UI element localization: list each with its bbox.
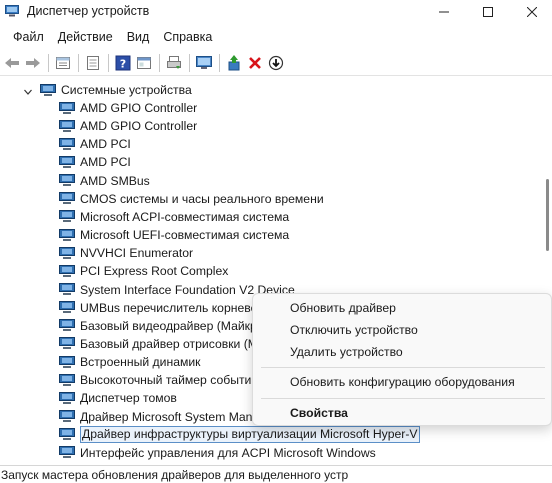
title-bar: Диспетчер устройств — [0, 0, 552, 26]
ctx-update-driver[interactable]: Обновить драйвер — [254, 297, 551, 319]
tree-item-label: AMD PCI — [80, 137, 131, 152]
view-icon[interactable] — [134, 53, 154, 73]
tree-item-device[interactable]: Интерфейс управления для ACPI Microsoft … — [0, 444, 540, 460]
forward-icon[interactable] — [23, 53, 43, 73]
toolbar: ? — [0, 50, 552, 76]
device-icon — [59, 246, 75, 260]
help-icon[interactable]: ? — [113, 53, 133, 73]
tree-item-label: Высокоточный таймер событи — [80, 373, 252, 388]
tree-item-label: Microsoft UEFI-совместимая система — [80, 228, 290, 243]
device-icon — [59, 319, 75, 332]
ctx-separator — [261, 398, 545, 399]
device-icon — [59, 101, 75, 115]
toolbar-separator — [159, 53, 160, 72]
expand-chevron-icon[interactable] — [24, 85, 32, 95]
menu-bar: Файл Действие Вид Справка — [0, 26, 552, 48]
menu-action[interactable]: Действие — [51, 26, 120, 48]
tree-item-label: UMBus перечислитель корнево — [80, 300, 258, 315]
print-icon[interactable] — [164, 53, 184, 73]
tree-item-label: CMOS системы и часы реального времени — [80, 191, 324, 206]
device-icon — [59, 210, 75, 223]
tree-item-label: AMD GPIO Controller — [80, 101, 198, 115]
device-manager-app-icon — [5, 5, 19, 17]
tree-item-device[interactable]: AMD PCI — [0, 153, 540, 171]
device-icon — [59, 119, 75, 133]
tree-item-device[interactable]: CMOS системы и часы реального времени — [0, 190, 540, 208]
ctx-scan-hardware[interactable]: Обновить конфигурацию оборудования — [254, 371, 551, 393]
tree-item-label: Диспетчер томов — [80, 391, 177, 406]
tree-item-label: Интерфейс управления для ACPI Microsoft … — [80, 445, 376, 460]
toolbar-separator — [78, 53, 79, 72]
tree-item-label: AMD SMBus — [80, 173, 150, 188]
properties-icon[interactable] — [53, 53, 73, 73]
download-icon[interactable] — [266, 53, 286, 73]
tree-item-device[interactable]: AMD PCI — [0, 135, 540, 153]
tree-item-label: PCI Express Root Complex — [80, 264, 229, 279]
tree-item-label: NVVHCI Enumerator — [80, 246, 194, 261]
device-icon — [59, 301, 75, 314]
toolbar-separator — [219, 53, 220, 72]
tree-category-system-devices[interactable]: Системные устройства — [0, 81, 540, 99]
tree-item-label: AMD GPIO Controller — [80, 119, 198, 134]
device-icon — [59, 355, 75, 369]
tree-item-label: Встроенный динамик — [80, 355, 201, 370]
tree-item-label: Microsoft ACPI-совместимая система — [80, 209, 290, 224]
system-devices-icon — [40, 83, 56, 97]
device-icon — [59, 410, 75, 423]
tree-item-device[interactable]: PCI Express Root Complex — [0, 262, 540, 280]
device-icon — [59, 391, 75, 405]
uninstall-icon[interactable] — [245, 53, 265, 73]
tree-item-selected[interactable]: Драйвер инфраструктуры виртуализации Mic… — [0, 426, 540, 444]
device-icon — [59, 446, 75, 459]
device-icon — [59, 155, 75, 169]
status-text: Запуск мастера обновления драйверов для … — [1, 468, 349, 482]
device-icon — [59, 137, 75, 151]
ctx-properties[interactable]: Свойства — [254, 402, 551, 424]
minimize-button[interactable] — [424, 0, 464, 24]
scrollbar-thumb[interactable] — [546, 179, 549, 251]
status-bar: Запуск мастера обновления драйверов для … — [0, 465, 552, 483]
ctx-separator — [261, 367, 545, 368]
tree-item-device[interactable]: Microsoft ACPI-совместимая система — [0, 208, 540, 226]
tree-item-label: Драйвер инфраструктуры виртуализации Mic… — [80, 426, 420, 444]
menu-help[interactable]: Справка — [156, 26, 219, 48]
tree-item-device[interactable]: Microsoft UEFI-совместимая система — [0, 226, 540, 244]
maximize-button[interactable] — [468, 0, 508, 24]
menu-view[interactable]: Вид — [120, 26, 157, 48]
device-icon — [59, 192, 75, 205]
toolbar-separator — [108, 53, 109, 72]
toolbar-separator — [189, 53, 190, 72]
tree-item-label: Базовый видеодрайвер (Майкр — [80, 318, 257, 333]
enable-device-icon[interactable] — [224, 53, 244, 73]
ctx-uninstall-device[interactable]: Удалить устройство — [254, 341, 551, 363]
toolbar-separator — [48, 53, 49, 72]
tree-item-label: Драйвер Microsoft System Mana — [80, 409, 260, 424]
device-icon — [59, 228, 75, 242]
tree-item-device[interactable]: NVVHCI Enumerator — [0, 244, 540, 262]
monitor-icon[interactable] — [194, 53, 214, 73]
context-menu: Обновить драйвер Отключить устройство Уд… — [252, 293, 552, 426]
device-icon — [59, 373, 75, 387]
close-button[interactable] — [512, 0, 552, 24]
update-driver-icon[interactable] — [83, 53, 103, 73]
tree-item-device[interactable]: AMD GPIO Controller — [0, 99, 540, 117]
window-title: Диспетчер устройств — [27, 4, 150, 18]
tree-item-device[interactable]: AMD GPIO Controller — [0, 117, 540, 135]
device-icon — [59, 337, 75, 350]
device-icon — [59, 283, 75, 296]
tree-category-label: Системные устройства — [61, 83, 192, 97]
device-icon — [59, 174, 75, 187]
tree-item-label: AMD PCI — [80, 155, 131, 170]
device-icon — [59, 264, 75, 278]
menu-file[interactable]: Файл — [6, 26, 51, 48]
ctx-disable-device[interactable]: Отключить устройство — [254, 319, 551, 341]
back-icon[interactable] — [2, 53, 22, 73]
tree-item-label: Базовый драйвер отрисовки (М — [80, 336, 258, 351]
tree-item-device[interactable]: AMD SMBus — [0, 172, 540, 190]
device-icon — [59, 428, 75, 441]
svg-text:?: ? — [120, 57, 126, 70]
